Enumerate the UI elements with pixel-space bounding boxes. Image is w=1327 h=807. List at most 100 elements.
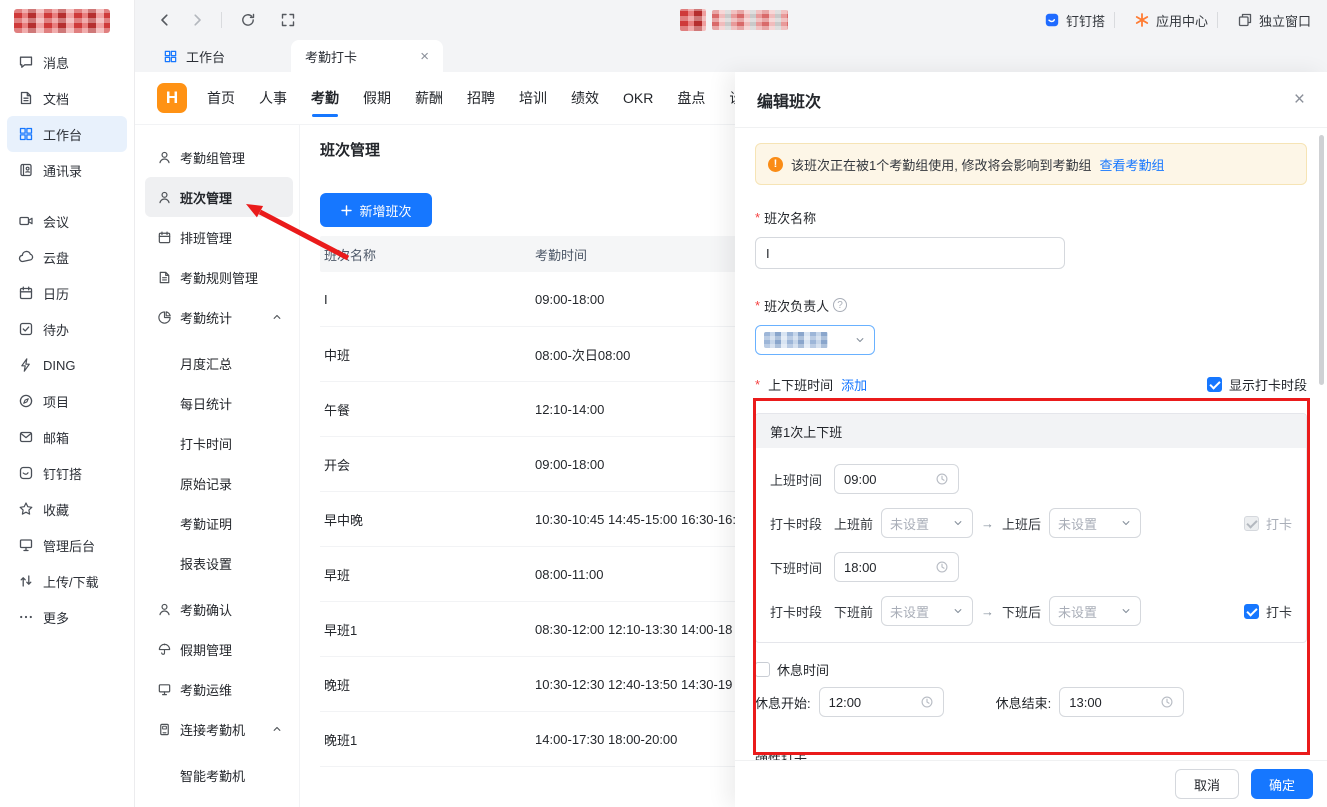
required-marker: *: [755, 210, 760, 225]
shift-manager-value-blurred: [764, 332, 828, 348]
address-book-icon: [18, 162, 34, 178]
sidebar-item-admin-console[interactable]: 管理后台: [7, 527, 127, 563]
sidebar-item-projects[interactable]: 项目: [7, 383, 127, 419]
module-item-label: 假期管理: [180, 640, 232, 659]
before-start-select[interactable]: 未设置: [881, 508, 973, 538]
back-icon[interactable]: [157, 12, 173, 28]
sidebar-item-upload-download[interactable]: 上传/下载: [7, 563, 127, 599]
sidebar-item-workbench[interactable]: 工作台: [7, 116, 127, 152]
umbrella-icon: [157, 642, 172, 657]
check-square-icon: [18, 321, 34, 337]
dingtalk-build-icon: [1044, 12, 1060, 28]
after-end-select[interactable]: 未设置: [1049, 596, 1141, 626]
sidebar-item-more[interactable]: 更多: [7, 599, 127, 635]
sidebar-item-calendar[interactable]: 日历: [7, 275, 127, 311]
divider: [1114, 12, 1115, 28]
tab-bar: 工作台 考勤打卡 ×: [149, 40, 443, 72]
module-item-schedule-management[interactable]: 排班管理: [145, 217, 293, 257]
module-item-punch-time[interactable]: 打卡时间: [145, 423, 293, 463]
checkbox-checked[interactable]: [1207, 377, 1222, 392]
view-attendance-group-link[interactable]: 查看考勤组: [1099, 155, 1164, 174]
nav-recruiting[interactable]: 招聘: [467, 73, 495, 123]
module-item-connect-machine[interactable]: 连接考勤机: [145, 709, 293, 749]
module-item-smart-machine[interactable]: 智能考勤机: [145, 755, 293, 795]
drawer-header: 编辑班次 ×: [735, 72, 1327, 128]
module-item-shift-management[interactable]: 班次管理: [145, 177, 293, 217]
start-time-label: 上班时间: [770, 470, 826, 489]
sidebar-item-label: 文档: [43, 89, 69, 108]
module-item-statistics[interactable]: 考勤统计: [145, 297, 293, 337]
nav-home[interactable]: 首页: [207, 73, 235, 123]
nav-hr[interactable]: 人事: [259, 73, 287, 123]
nav-payroll[interactable]: 薪酬: [415, 73, 443, 123]
checkbox-unchecked[interactable]: [755, 662, 770, 677]
tab-workbench[interactable]: 工作台: [149, 40, 291, 72]
nav-okr[interactable]: OKR: [623, 75, 653, 121]
before-end-select[interactable]: 未设置: [881, 596, 973, 626]
sidebar-item-todo[interactable]: 待办: [7, 311, 127, 347]
app-center-button[interactable]: 应用中心: [1134, 11, 1208, 30]
dingtalk-build-button[interactable]: 钉钉搭: [1044, 11, 1105, 30]
punch-period-start-row: 打卡时段 上班前 未设置 → 上班后 未设置 打卡: [770, 508, 1292, 538]
tab-attendance[interactable]: 考勤打卡 ×: [291, 40, 443, 72]
nav-holiday[interactable]: 假期: [363, 73, 391, 123]
sidebar-item-mail[interactable]: 邮箱: [7, 419, 127, 455]
shift-name-input[interactable]: [755, 237, 1065, 269]
forward-icon[interactable]: [189, 12, 205, 28]
window-icon: [1237, 12, 1253, 28]
start-time-input[interactable]: 09:00: [834, 464, 959, 494]
end-time-input[interactable]: 18:00: [834, 552, 959, 582]
sidebar-item-label: 收藏: [43, 500, 69, 519]
sidebar-item-cloud-drive[interactable]: 云盘: [7, 239, 127, 275]
sidebar-item-contacts[interactable]: 通讯录: [7, 152, 127, 188]
nav-inventory[interactable]: 盘点: [677, 73, 705, 123]
module-item-holiday-management[interactable]: 假期管理: [145, 629, 293, 669]
show-punch-period-checkbox-row[interactable]: 显示打卡时段: [1207, 375, 1307, 394]
module-item-attendance-proof[interactable]: 考勤证明: [145, 503, 293, 543]
close-icon[interactable]: ×: [420, 49, 429, 64]
document-icon: [157, 270, 172, 285]
rest-time-checkbox-row[interactable]: 休息时间: [755, 659, 1307, 679]
refresh-icon[interactable]: [240, 12, 256, 28]
punch-checkbox-end-row[interactable]: 打卡: [1244, 602, 1292, 621]
window-title-blurred: [680, 9, 788, 31]
module-item-rule-management[interactable]: 考勤规则管理: [145, 257, 293, 297]
sidebar-item-favorites[interactable]: 收藏: [7, 491, 127, 527]
checkbox-checked-disabled: [1244, 516, 1259, 531]
nav-attendance[interactable]: 考勤: [311, 73, 339, 123]
sidebar-item-messages[interactable]: 消息: [7, 44, 127, 80]
confirm-button[interactable]: 确定: [1251, 769, 1313, 799]
module-item-raw-records[interactable]: 原始记录: [145, 463, 293, 503]
titlebar-row: 钉钉搭 应用中心 独立窗口: [135, 0, 1327, 40]
close-icon[interactable]: ×: [1294, 89, 1305, 111]
sidebar-item-docs[interactable]: 文档: [7, 80, 127, 116]
sidebar-item-meetings[interactable]: 会议: [7, 203, 127, 239]
rest-start-input[interactable]: 12:00: [819, 687, 944, 717]
sidebar-item-ding[interactable]: DING: [7, 347, 127, 383]
nav-training[interactable]: 培训: [519, 73, 547, 123]
module-item-group-management[interactable]: 考勤组管理: [145, 137, 293, 177]
shift-manager-select[interactable]: [755, 325, 875, 355]
rest-end-input[interactable]: 13:00: [1059, 687, 1184, 717]
module-sidebar: 考勤组管理 班次管理 排班管理 考勤规则管理 考勤统计 月度汇总 每日统计 打卡…: [135, 125, 300, 807]
sidebar-item-dingtalk-build[interactable]: 钉钉搭: [7, 455, 127, 491]
nav-performance[interactable]: 绩效: [571, 73, 599, 123]
tab-label: 工作台: [186, 47, 225, 66]
after-start-select[interactable]: 未设置: [1049, 508, 1141, 538]
module-item-daily-stats[interactable]: 每日统计: [145, 383, 293, 423]
module-item-monthly-summary[interactable]: 月度汇总: [145, 343, 293, 383]
before-start-label: 上班前: [834, 514, 873, 533]
standalone-window-button[interactable]: 独立窗口: [1237, 11, 1311, 30]
cancel-button[interactable]: 取消: [1175, 769, 1239, 799]
module-item-attendance-confirm[interactable]: 考勤确认: [145, 589, 293, 629]
add-shift-button[interactable]: 新增班次: [320, 193, 432, 227]
checkbox-checked[interactable]: [1244, 604, 1259, 619]
module-item-label: 考勤规则管理: [180, 268, 258, 287]
clock-icon: [935, 472, 949, 486]
add-work-time-link[interactable]: 添加: [841, 375, 867, 394]
module-item-report-settings[interactable]: 报表设置: [145, 543, 293, 583]
expand-icon[interactable]: [280, 12, 296, 28]
drawer-scrollbar[interactable]: [1319, 135, 1324, 385]
module-item-attendance-ops[interactable]: 考勤运维: [145, 669, 293, 709]
pie-chart-icon: [157, 310, 172, 325]
